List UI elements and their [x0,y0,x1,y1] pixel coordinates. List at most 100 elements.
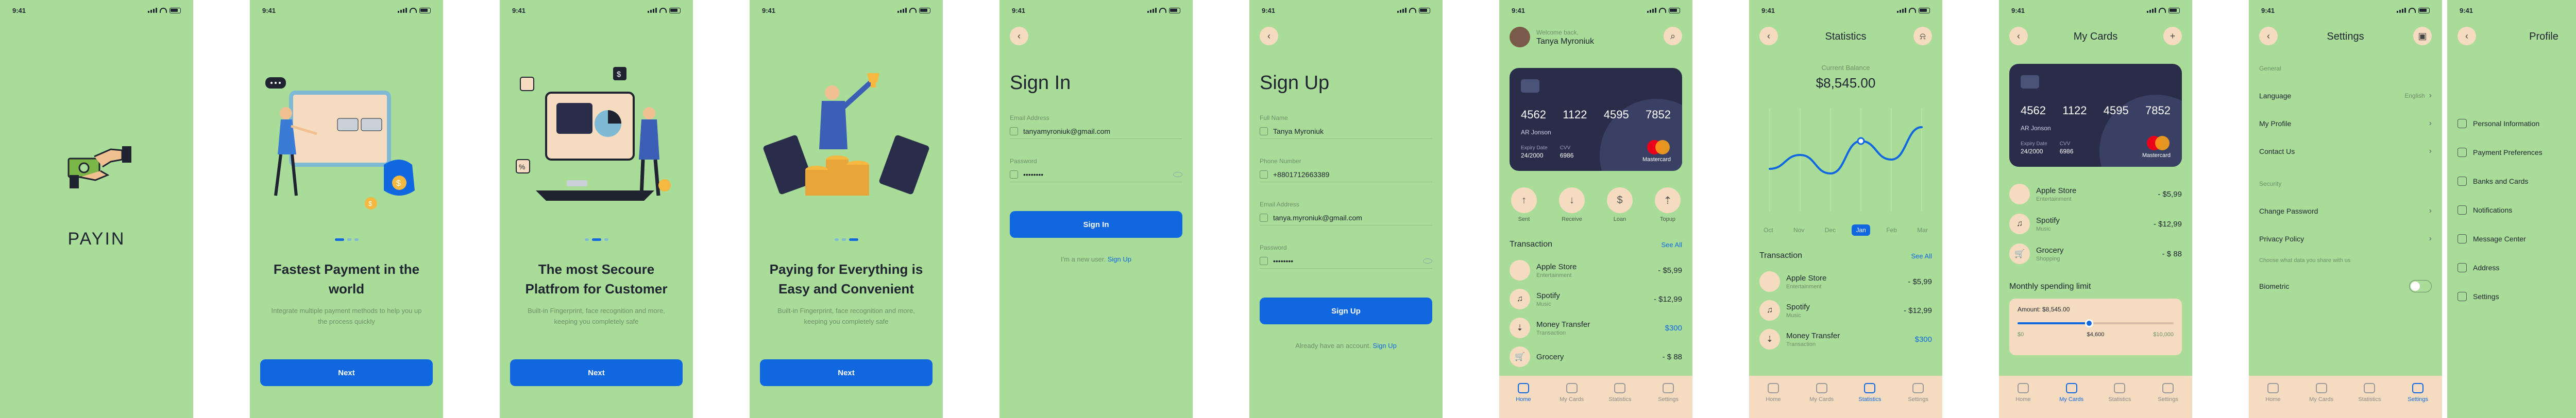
message-center-row[interactable]: Message Center› [2458,229,2576,249]
phone-field[interactable]: +8801712663389 [1260,167,1432,182]
transaction-row[interactable]: ⇣ Money Transfer Transaction $300 [1759,326,1932,352]
tab-statistics[interactable]: Statistics [2351,383,2387,418]
banks-cards-row[interactable]: Banks and Cards› [2458,171,2576,191]
tab-settings[interactable]: Settings [1900,383,1936,418]
transaction-row[interactable]: 🛒 Grocery - $ 88 [1510,344,1682,370]
eye-icon[interactable] [1423,258,1432,264]
limit-track [2018,319,2174,327]
language-row[interactable]: Language English › [2259,85,2432,106]
search-button[interactable]: ⌕ [1664,27,1682,45]
user-icon [1260,127,1268,135]
limit-slider-handle[interactable] [2085,319,2094,327]
sign-up-button[interactable]: Sign Up [1260,298,1432,324]
tab-statistics[interactable]: Statistics [1852,383,1888,418]
signal-icon [1647,8,1656,13]
signal-icon [897,8,907,13]
tab-settings[interactable]: Settings [2150,383,2186,418]
transaction-row[interactable]: Apple Store Entertainment - $5,99 [1759,269,1932,294]
back-button[interactable]: ‹ [1260,27,1278,45]
month-nov[interactable]: Nov [1789,224,1808,236]
tab-my-cards[interactable]: My Cards [1554,383,1590,418]
avatar[interactable] [1510,27,1530,47]
signin-link[interactable]: Sign Up [1373,342,1397,350]
change-password-row[interactable]: Change Password › [2259,201,2432,221]
email-value: tanya.myroniuk@gmail.com [1273,213,1362,222]
month-oct[interactable]: Oct [1759,224,1777,236]
address-row[interactable]: Address› [2458,257,2576,278]
transaction-row[interactable]: Apple Store Entertainment - $5,99 [1510,257,1682,283]
biometric-toggle[interactable] [2409,280,2432,292]
credit-card[interactable]: 4562 1122 4595 7852 AR Jonson Expiry Date 24… [1510,68,1682,171]
name-field[interactable]: Tanya Myroniuk [1260,124,1432,139]
signup-link[interactable]: Sign Up [1108,255,1131,263]
loan-action[interactable]: $ Loan [1605,187,1634,222]
notifications-row[interactable]: Notifications [2458,200,2576,220]
next-button[interactable]: Next [760,359,933,386]
phone-value: +8801712663389 [1273,170,1330,179]
tab-my-cards[interactable]: My Cards [2303,383,2340,418]
tab-home[interactable]: Home [2255,383,2291,418]
tab-settings[interactable]: Settings [1650,383,1686,418]
transaction-row[interactable]: 🛒 Grocery Shopping - $ 88 [2009,241,2182,267]
apple-icon [1759,271,1780,292]
search-icon: ⌕ [1670,30,1676,41]
transaction-row[interactable]: Apple Store Entertainment - $5,99 [2009,181,2182,207]
limit-title: Monthly spending limit [2009,282,2091,291]
password-field[interactable]: •••••••• [1260,253,1432,269]
see-all-link[interactable]: See All [1662,241,1682,249]
onboarding-screen-2: 9:41 $ % The most Secoure Platfrom for C… [500,0,693,418]
month-jan[interactable]: Jan [1852,224,1870,236]
eye-icon[interactable] [1173,171,1182,177]
credit-card[interactable]: 4562 1122 4595 7852 AR Jonson Expiry Date 24… [2009,64,2182,167]
email-field[interactable]: tanyamyroniuk@gmail.com [1010,124,1182,139]
sent-action[interactable]: ↑ Sent [1510,187,1538,222]
limit-panel: Amount: $8,545.00 $0 $4,600 $10,000 [2009,299,2182,355]
month-selector: Oct Nov Dec Jan Feb Mar [1759,224,1932,236]
transfer-icon: ⇣ [1759,329,1780,350]
payment-preferences-row[interactable]: Payment Preferences› [2458,142,2576,163]
battery-icon [919,7,930,13]
month-dec[interactable]: Dec [1821,224,1840,236]
notification-button[interactable]: ⍾ [1913,27,1932,45]
contact-row[interactable]: Contact Us › [2259,141,2432,162]
status-time: 9:41 [2011,6,2025,14]
see-all-link[interactable]: See All [1911,252,1932,260]
month-mar[interactable]: Mar [1913,224,1932,236]
privacy-policy-row[interactable]: Privacy Policy › [2259,229,2432,249]
email-field[interactable]: tanya.myroniuk@gmail.com [1260,210,1432,225]
sign-in-button[interactable]: Sign In [1010,211,1182,238]
password-label: Password [1260,244,1287,251]
back-button[interactable]: ‹ [1010,27,1028,45]
email-icon [1010,127,1018,135]
tab-statistics[interactable]: Statistics [2102,383,2138,418]
my-profile-row[interactable]: My Profile › [2259,113,2432,134]
tab-my-cards[interactable]: My Cards [2054,383,2090,418]
menu-button[interactable]: ▣ [2413,27,2432,45]
receive-action[interactable]: ↓ Receive [1557,187,1586,222]
add-card-button[interactable]: + [2163,27,2182,45]
tab-settings[interactable]: Settings [2400,383,2436,418]
next-button[interactable]: Next [510,359,683,386]
personal-info-row[interactable]: Personal Information› [2458,113,2576,134]
next-button[interactable]: Next [260,359,433,386]
signal-icon [148,8,157,13]
status-time: 9:41 [1012,6,1026,14]
topup-action[interactable]: ⇡ Topup [1653,187,1682,222]
tab-statistics[interactable]: Statistics [1602,383,1638,418]
password-field[interactable]: •••••••• [1010,167,1182,182]
month-feb[interactable]: Feb [1882,224,1901,236]
settings-row[interactable]: Settings› [2458,286,2576,307]
signal-icon [648,8,657,13]
balance-label: Current Balance [1821,64,1870,72]
battery-icon [170,7,181,13]
transaction-row[interactable]: ♫ Spotify Music - $12,99 [1510,286,1682,312]
tab-home[interactable]: Home [1755,383,1791,418]
transaction-row[interactable]: ⇣ Money Transfer Transaction $300 [1510,315,1682,341]
tab-home[interactable]: Home [1505,383,1541,418]
page-indicator [500,238,693,241]
tab-my-cards[interactable]: My Cards [1804,383,1840,418]
transaction-row[interactable]: ♫ Spotify Music - $12,99 [1759,298,1932,323]
transaction-row[interactable]: ♫ Spotify Music - $12,99 [2009,211,2182,237]
tab-home[interactable]: Home [2005,383,2041,418]
svg-text:$: $ [368,200,372,207]
